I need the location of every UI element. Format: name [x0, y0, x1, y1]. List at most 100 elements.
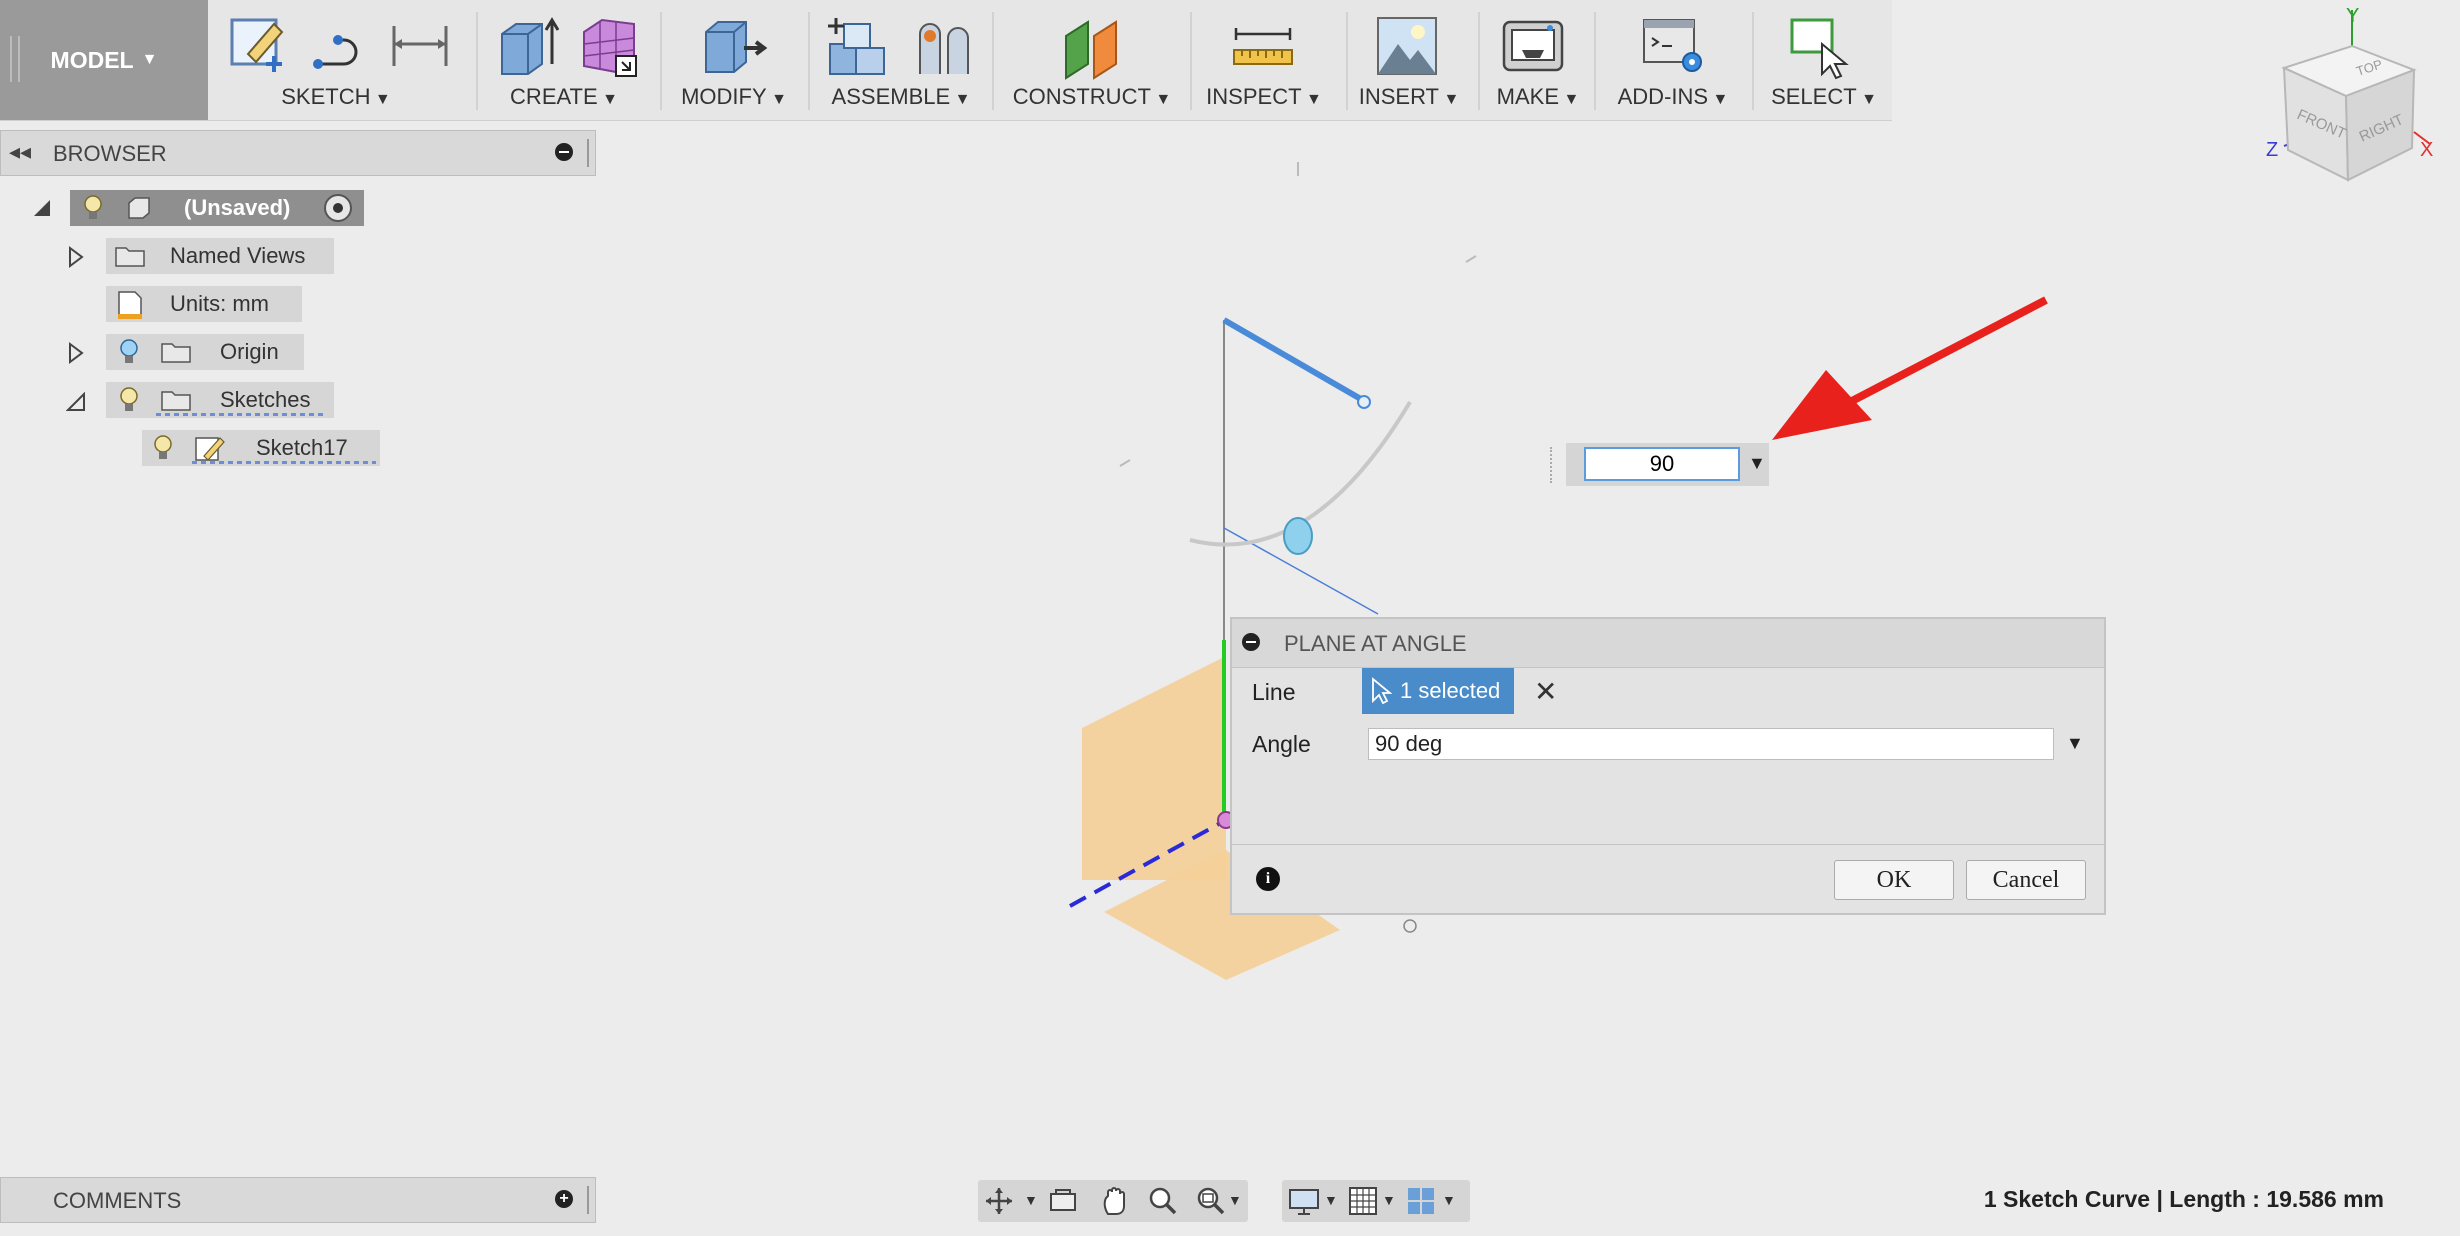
drag-grip[interactable]: [1550, 447, 1558, 483]
construct-menu-label[interactable]: CONSTRUCT: [996, 84, 1188, 110]
dotted-underline: [192, 461, 376, 464]
selected-line[interactable]: [1222, 317, 1368, 405]
clear-selection-icon[interactable]: ✕: [1534, 675, 1557, 708]
pan-hand-icon[interactable]: [1100, 1186, 1130, 1216]
axis-x-label: X: [2420, 139, 2433, 161]
info-icon[interactable]: i: [1256, 867, 1280, 891]
new-component-icon[interactable]: [824, 14, 894, 80]
make-menu-label[interactable]: MAKE: [1482, 84, 1594, 110]
dialog-header[interactable]: PLANE AT ANGLE: [1232, 619, 2104, 668]
lightbulb-icon[interactable]: [82, 194, 104, 222]
collapse-browser-icon[interactable]: ◂◂: [9, 139, 31, 165]
modify-menu-label[interactable]: MODIFY: [664, 84, 804, 110]
add-comment-icon[interactable]: +: [555, 1190, 573, 1208]
addins-group[interactable]: ADD-INS: [1598, 0, 1748, 120]
lightbulb-icon[interactable]: [152, 434, 174, 462]
viewports-dropdown-icon[interactable]: ▼: [1442, 1192, 1456, 1208]
viewcube[interactable]: Y Z X TOP FRONT RIGHT: [2254, 4, 2450, 194]
ok-button[interactable]: OK: [1834, 860, 1954, 900]
offset-plane-icon[interactable]: [1060, 14, 1130, 80]
browser-item-sketch17[interactable]: Sketch17: [142, 430, 380, 466]
zoom-dropdown-icon[interactable]: ▼: [1228, 1192, 1242, 1208]
browser-title: BROWSER: [53, 141, 167, 166]
panel-grip[interactable]: [587, 1186, 589, 1214]
expand-triangle-icon[interactable]: [68, 342, 84, 364]
form-icon[interactable]: [576, 14, 640, 78]
create-sketch-icon[interactable]: [228, 14, 288, 74]
sketch-icon: [195, 437, 225, 461]
browser-item-named-views[interactable]: Named Views: [106, 238, 334, 274]
orbit-icon[interactable]: [984, 1186, 1014, 1216]
select-cursor-icon[interactable]: [1788, 14, 1854, 80]
extrude-icon[interactable]: [496, 14, 560, 76]
arc-icon[interactable]: [308, 14, 368, 74]
display-dropdown-icon[interactable]: ▼: [1324, 1192, 1338, 1208]
create-menu-label[interactable]: CREATE: [480, 84, 648, 110]
browser-root-item[interactable]: (Unsaved): [70, 190, 364, 226]
measure-icon[interactable]: [1228, 14, 1298, 74]
axis-y-label: Y: [2346, 5, 2359, 27]
display-settings-icon[interactable]: [1288, 1186, 1320, 1216]
browser-minimize-icon[interactable]: [555, 143, 573, 161]
sketch-point[interactable]: [1403, 919, 1417, 933]
grid-icon[interactable]: [1348, 1186, 1378, 1216]
dialog-divider: [1232, 844, 2104, 845]
insert-image-icon[interactable]: [1374, 14, 1440, 76]
plane-face[interactable]: [1082, 656, 1226, 880]
lightbulb-icon[interactable]: [118, 338, 140, 366]
lightbulb-icon[interactable]: [118, 386, 140, 414]
modify-group[interactable]: MODIFY: [664, 0, 804, 120]
collapse-triangle-icon[interactable]: [32, 198, 52, 218]
inline-angle-box: ▼: [1550, 443, 1769, 486]
dimension-icon[interactable]: [388, 14, 452, 74]
sketch-menu-label[interactable]: SKETCH: [212, 84, 460, 110]
browser-item-label: Units: mm: [170, 291, 269, 316]
panel-grip[interactable]: [587, 139, 589, 167]
dialog-collapse-icon[interactable]: [1242, 633, 1260, 651]
angle-handle[interactable]: [1283, 517, 1313, 555]
workspace-switcher[interactable]: MODEL ▼: [0, 0, 208, 120]
assemble-group[interactable]: ASSEMBLE: [812, 0, 990, 120]
construct-group[interactable]: CONSTRUCT: [996, 0, 1188, 120]
expand-triangle-icon[interactable]: [68, 246, 84, 268]
inspect-group[interactable]: INSPECT: [1194, 0, 1334, 120]
assemble-menu-label[interactable]: ASSEMBLE: [812, 84, 990, 110]
viewports-icon[interactable]: [1406, 1186, 1436, 1216]
display-settings-bar: ▼ ▼ ▼: [1282, 1180, 1470, 1222]
cancel-button[interactable]: Cancel: [1966, 860, 2086, 900]
make-group[interactable]: MAKE: [1482, 0, 1594, 120]
dotted-underline: [156, 413, 326, 416]
create-group[interactable]: CREATE: [480, 0, 648, 120]
browser-panel-header: ◂◂ BROWSER: [0, 130, 596, 176]
press-pull-icon[interactable]: [700, 14, 770, 76]
3d-print-icon[interactable]: [1500, 14, 1566, 76]
line-endpoint[interactable]: [1357, 395, 1371, 409]
activate-radio-icon[interactable]: [324, 194, 352, 222]
insert-group[interactable]: INSERT: [1350, 0, 1468, 120]
joint-icon[interactable]: [912, 14, 976, 80]
collapse-triangle-icon[interactable]: [66, 392, 86, 412]
browser-item-sketches[interactable]: Sketches: [106, 382, 334, 418]
zoom-icon[interactable]: [1148, 1186, 1178, 1216]
browser-item-units[interactable]: Units: mm: [106, 286, 302, 322]
browser-item-origin[interactable]: Origin: [106, 334, 304, 370]
toolbar-grip[interactable]: [10, 36, 20, 82]
dialog-title: PLANE AT ANGLE: [1284, 631, 1467, 656]
inline-dropdown-icon[interactable]: ▼: [1748, 453, 1766, 474]
zoom-window-icon[interactable]: [1196, 1186, 1226, 1216]
orbit-dropdown-icon[interactable]: ▼: [1024, 1192, 1038, 1208]
angle-dropdown-icon[interactable]: ▼: [2066, 733, 2084, 754]
insert-menu-label[interactable]: INSERT: [1350, 84, 1468, 110]
sketch-group[interactable]: SKETCH: [212, 0, 460, 120]
inline-angle-input[interactable]: [1584, 447, 1740, 481]
scripts-icon[interactable]: [1640, 14, 1710, 78]
angle-input[interactable]: [1368, 728, 2054, 760]
inspect-menu-label[interactable]: INSPECT: [1194, 84, 1334, 110]
look-at-icon[interactable]: [1048, 1188, 1078, 1214]
select-menu-label[interactable]: SELECT: [1756, 84, 1892, 110]
line-selection-button[interactable]: 1 selected: [1362, 668, 1514, 714]
folder-icon: [161, 343, 191, 363]
select-group[interactable]: SELECT: [1756, 0, 1892, 120]
grid-dropdown-icon[interactable]: ▼: [1382, 1192, 1396, 1208]
addins-menu-label[interactable]: ADD-INS: [1598, 84, 1748, 110]
